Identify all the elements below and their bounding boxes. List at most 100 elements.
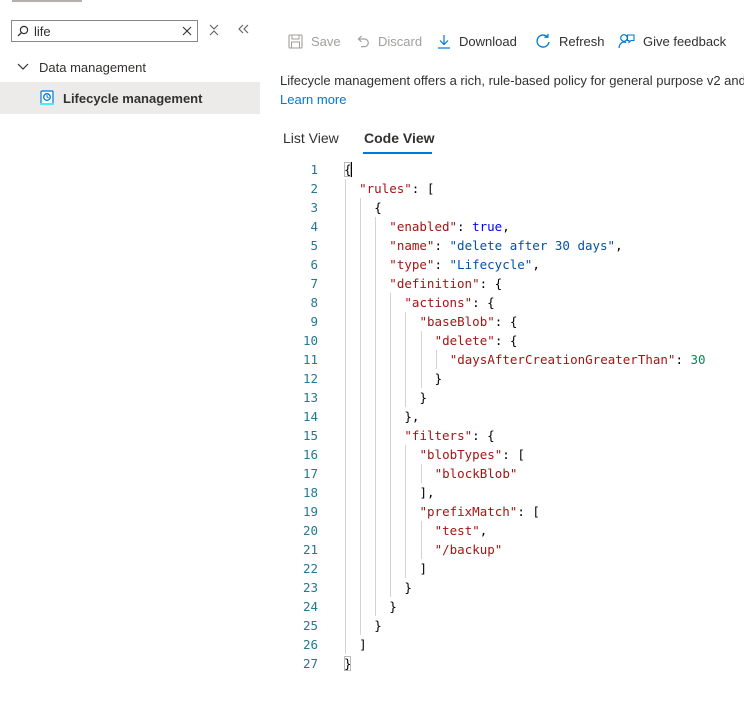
line-number: 18 [302, 485, 318, 500]
undo-icon [355, 34, 370, 49]
code-line: "/backup" [435, 540, 503, 559]
code-token: : [ [517, 504, 540, 519]
save-label: Save [311, 33, 341, 49]
code-token: true [472, 219, 503, 234]
code-token: "Lifecycle" [449, 257, 533, 272]
line-number: 17 [302, 466, 318, 481]
indent-guide [375, 217, 377, 616]
code-line: "rules": [ [359, 179, 434, 198]
code-token: : [ [411, 181, 435, 196]
bracket-match-close [344, 656, 351, 671]
discard-button[interactable]: Discard [355, 30, 422, 52]
code-line: }, [404, 407, 419, 426]
code-token: "test" [434, 523, 480, 538]
code-token: : { [472, 295, 495, 310]
chevron-down-icon [17, 63, 29, 71]
code-token: : { [479, 276, 503, 291]
code-token: , [502, 219, 510, 234]
refresh-icon [535, 33, 551, 49]
line-number: 6 [310, 257, 318, 272]
indent-guide [345, 179, 346, 654]
code-token: "delete" [434, 333, 495, 348]
line-number: 12 [302, 371, 318, 386]
code-token: }, [404, 409, 420, 424]
give-feedback-button[interactable]: Give feedback [618, 30, 726, 52]
code-token: : { [472, 428, 495, 443]
code-token: "prefixMatch" [419, 504, 518, 519]
code-token: , [532, 257, 540, 272]
save-icon [288, 33, 303, 49]
collapse-sidebar-icon[interactable] [238, 23, 250, 35]
refresh-label: Refresh [559, 33, 605, 49]
line-number: 11 [302, 352, 318, 367]
refresh-button[interactable]: Refresh [535, 30, 605, 52]
lifecycle-icon [39, 90, 55, 106]
line-number: 9 [310, 314, 318, 329]
code-token: 30 [690, 352, 706, 367]
line-number: 4 [310, 219, 318, 234]
code-token: } [434, 371, 443, 386]
code-line: "type": "Lifecycle", [389, 255, 540, 274]
code-line: "actions": { [404, 293, 494, 312]
code-line: "name": "delete after 30 days", [389, 236, 622, 255]
collapse-all-icon[interactable] [209, 23, 219, 37]
code-token: "rules" [359, 181, 412, 196]
bracket-match-open [344, 162, 351, 177]
clear-search-icon[interactable] [182, 26, 192, 36]
download-icon [437, 34, 451, 49]
save-button[interactable]: Save [288, 30, 341, 52]
code-token: } [404, 580, 412, 595]
line-number: 10 [302, 333, 318, 348]
discard-label: Discard [378, 33, 423, 49]
code-editor[interactable]: 1 2 3 4 5 6 7 8 9 10 11 12 13 14 15 16 17 18 19 20 21 22 23 24 2… [280, 160, 744, 680]
line-number: 27 [302, 656, 318, 671]
search-input[interactable] [34, 22, 174, 40]
sidebar-item-lifecycle-management[interactable]: Lifecycle management [0, 82, 260, 114]
sidebar-item-label: Lifecycle management [63, 90, 203, 106]
code-line: ] [359, 635, 367, 654]
line-number: 16 [302, 447, 318, 462]
code-token: : [434, 238, 450, 253]
tab-list-view[interactable]: List View [283, 130, 339, 146]
text-cursor [351, 162, 352, 177]
code-line: ] [420, 559, 428, 578]
code-token: , [479, 523, 488, 538]
line-number: 22 [302, 561, 318, 576]
code-token: "enabled" [389, 219, 458, 234]
line-number: 3 [310, 200, 318, 215]
code-token: "baseBlob" [419, 314, 495, 329]
code-token: "blobTypes" [419, 447, 503, 462]
search-box[interactable] [11, 20, 198, 42]
line-number: 8 [310, 295, 318, 310]
line-number: 7 [310, 276, 318, 291]
code-line: ], [420, 483, 435, 502]
code-token: "name" [389, 238, 435, 253]
search-icon [17, 25, 29, 37]
learn-more-link[interactable]: Learn more [280, 92, 346, 107]
code-line: "enabled": true, [389, 217, 509, 236]
code-token: : [434, 257, 450, 272]
code-line: "prefixMatch": [ [420, 502, 540, 521]
active-tab-indicator [363, 152, 432, 154]
code-line: } [389, 597, 397, 616]
code-token: : { [494, 333, 518, 348]
code-line: { [374, 198, 382, 217]
line-number: 23 [302, 580, 318, 595]
code-line: "blockBlob" [435, 464, 518, 483]
line-number: 21 [302, 542, 318, 557]
tree-group-data-management[interactable]: Data management [0, 56, 260, 78]
indent-guide [390, 293, 392, 597]
indent-guide [420, 331, 422, 388]
indent-guide [405, 445, 407, 578]
download-button[interactable]: Download [437, 30, 517, 52]
indent-guide [420, 464, 422, 483]
code-token: { [374, 200, 382, 215]
code-line: } [435, 369, 443, 388]
clipped-header-remnant [0, 0, 260, 3]
line-number: 25 [302, 618, 318, 633]
code-line: "filters": { [404, 426, 494, 445]
code-token: } [389, 599, 397, 614]
page-description: Lifecycle management offers a rich, rule… [280, 73, 744, 88]
line-number: 24 [302, 599, 318, 614]
tab-code-view[interactable]: Code View [364, 130, 435, 146]
